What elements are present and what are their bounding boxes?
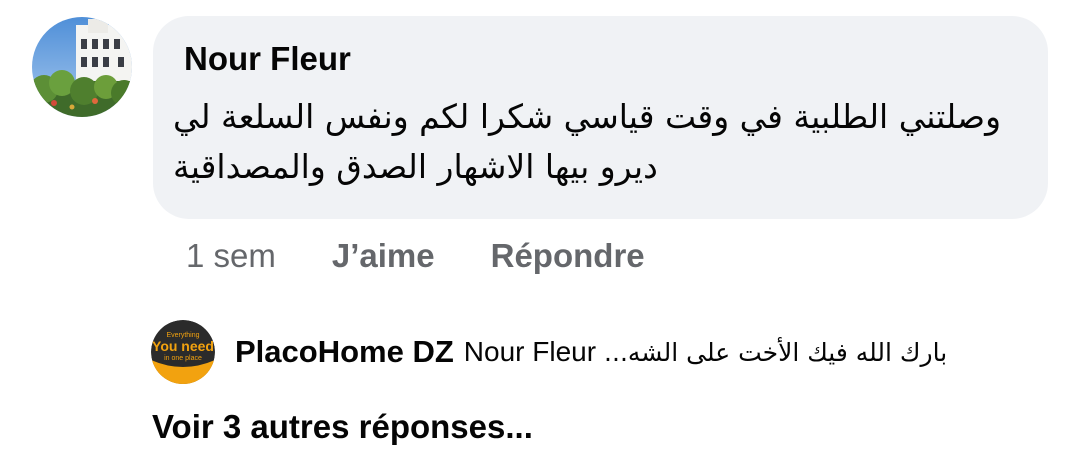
like-button[interactable]: J’aime: [332, 237, 435, 275]
comment-author-name[interactable]: Nour Fleur: [184, 40, 351, 78]
reply-author-avatar[interactable]: Everything You need in one place: [151, 320, 215, 384]
reply-snippet: بارك الله فيك الأخت على الشه...: [604, 337, 948, 367]
comment-timestamp[interactable]: 1 sem: [186, 237, 276, 275]
comment-text: وصلتني الطلبية في وقت قياسي شكرا لكم ونف…: [173, 97, 1002, 186]
logo-text-bottom: in one place: [164, 355, 202, 362]
comment-bubble: Nour Fleur وصلتني الطلبية في وقت قياسي ش…: [153, 16, 1048, 219]
view-more-replies-link[interactable]: Voir 3 autres réponses...: [152, 408, 533, 446]
commenter-avatar[interactable]: [32, 17, 132, 117]
reply-preview[interactable]: Everything You need in one place PlacoHo…: [151, 320, 947, 384]
reply-mention: Nour Fleur: [463, 336, 597, 367]
reply-author-name[interactable]: PlacoHome DZ: [235, 334, 454, 370]
brand-logo-you-need-icon: Everything You need in one place: [151, 320, 215, 384]
reply-button[interactable]: Répondre: [491, 237, 645, 275]
comment-actions: 1 sem J’aime Répondre: [186, 236, 645, 276]
logo-text-middle: You need: [152, 338, 214, 354]
profile-photo-building-icon: [32, 17, 132, 117]
